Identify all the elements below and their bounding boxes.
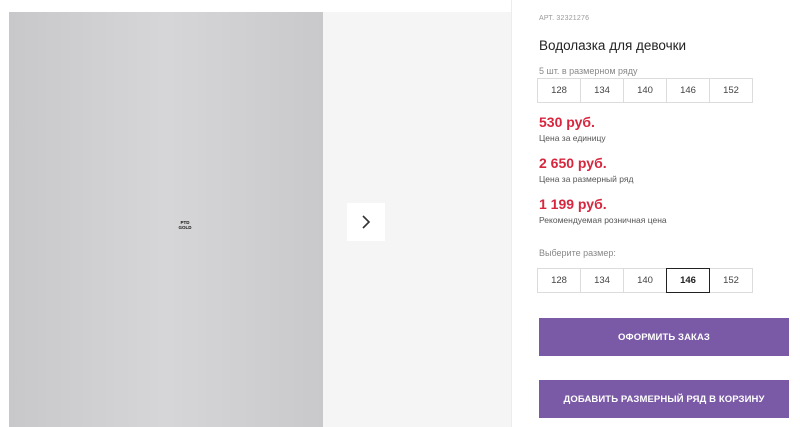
size-option-152[interactable]: 152 <box>709 268 753 293</box>
size-option-128[interactable]: 128 <box>537 268 581 293</box>
unit-price: 530 руб. <box>539 114 595 130</box>
row-size-152: 152 <box>709 78 753 103</box>
row-size-140: 140 <box>623 78 667 103</box>
add-size-row-to-cart-button[interactable]: ДОБАВИТЬ РАЗМЕРНЫЙ РЯД В КОРЗИНУ <box>539 380 789 418</box>
photo-logo-bottom: GOLD <box>178 225 192 230</box>
place-order-button[interactable]: ОФОРМИТЬ ЗАКАЗ <box>539 318 789 356</box>
size-row-note: 5 шт. в размерном ряду <box>539 66 638 76</box>
product-photo[interactable]: PTD GOLD <box>9 12 323 427</box>
size-picker: 128 134 140 146 152 <box>537 268 753 293</box>
row-size-134: 134 <box>580 78 624 103</box>
size-option-146[interactable]: 146 <box>666 268 710 293</box>
row-size-146: 146 <box>666 78 710 103</box>
product-gallery: PTD GOLD <box>0 0 511 427</box>
retail-price-label: Рекомендуемая розничная цена <box>539 215 667 225</box>
photo-logo: PTD GOLD <box>177 220 193 230</box>
chevron-right-icon <box>362 215 371 229</box>
unit-price-label: Цена за единицу <box>539 133 606 143</box>
product-title: Водолазка для девочки <box>539 38 687 53</box>
size-row-list: 128 134 140 146 152 <box>537 78 753 103</box>
retail-price: 1 199 руб. <box>539 196 607 212</box>
next-image-button[interactable] <box>347 203 385 241</box>
row-size-128: 128 <box>537 78 581 103</box>
product-details: АРТ. 32321276 Водолазка для девочки 5 шт… <box>512 0 800 427</box>
row-price: 2 650 руб. <box>539 155 607 171</box>
size-option-134[interactable]: 134 <box>580 268 624 293</box>
article-number: АРТ. 32321276 <box>539 15 590 22</box>
choose-size-label: Выберите размер: <box>539 248 616 258</box>
row-price-label: Цена за размерный ряд <box>539 174 634 184</box>
size-option-140[interactable]: 140 <box>623 268 667 293</box>
